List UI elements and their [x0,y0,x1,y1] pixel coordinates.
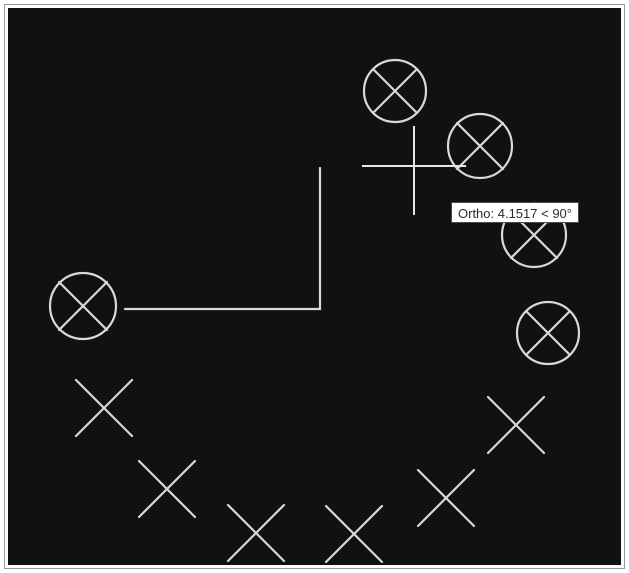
drawing-layer [48,58,581,564]
x-marker[interactable] [324,504,384,564]
circle-x-marker[interactable] [48,271,118,341]
x-marker[interactable] [416,468,476,528]
x-marker[interactable] [226,503,286,563]
x-marker[interactable] [74,378,134,438]
ortho-tooltip: Ortho: 4.1517 < 90° [451,202,579,223]
x-marker[interactable] [486,395,546,455]
circle-x-marker[interactable] [446,112,514,180]
circle-x-marker[interactable] [515,300,581,366]
x-marker[interactable] [137,459,197,519]
polyline[interactable] [123,166,322,311]
drawing-canvas[interactable]: Ortho: 4.1517 < 90° [8,8,621,565]
circle-x-marker[interactable] [362,58,428,124]
